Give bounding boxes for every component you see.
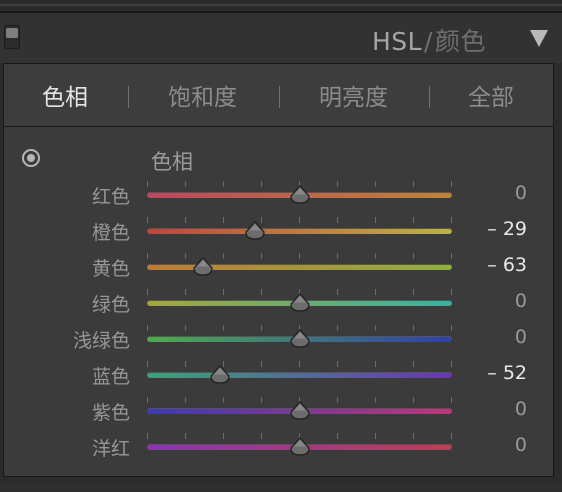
- slider-value-red[interactable]: 0: [515, 182, 527, 204]
- slider-value-blue[interactable]: – 52: [487, 362, 527, 384]
- slider-label-blue: 蓝色: [91, 366, 130, 388]
- slider-row-blue: 蓝色 – 52: [4, 360, 553, 390]
- slider-label-orange: 橙色: [91, 222, 130, 244]
- panel-header[interactable]: HSL/颜色: [0, 13, 562, 63]
- slider-ticks: [147, 217, 452, 225]
- slider-label-aqua: 浅绿色: [72, 330, 130, 352]
- panel-toggle-switch[interactable]: [4, 25, 20, 49]
- slider-thumb-magenta[interactable]: [289, 437, 311, 456]
- slider-track-blue[interactable]: [147, 372, 452, 378]
- tab-separator: [128, 86, 129, 108]
- slider-label-red: 红色: [91, 186, 130, 208]
- target-adjust-icon[interactable]: [22, 149, 40, 167]
- hsl-panel: 色相 饱和度 明亮度 全部 色相 红色 0 橙色 – 29 黄色 – 63 绿色 0 浅绿色 0 蓝…: [3, 63, 554, 477]
- tab-saturation[interactable]: 饱和度: [168, 78, 237, 112]
- slider-value-aqua[interactable]: 0: [515, 326, 527, 348]
- slider-row-purple: 紫色 0: [4, 396, 553, 426]
- slider-row-yellow: 黄色 – 63: [4, 252, 553, 282]
- title-color[interactable]: 颜色: [435, 27, 486, 56]
- slider-value-purple[interactable]: 0: [515, 398, 527, 420]
- title-hsl[interactable]: HSL: [372, 27, 422, 56]
- panel-toggle-knob: [6, 28, 18, 38]
- section-title: 色相: [151, 150, 193, 174]
- slider-value-orange[interactable]: – 29: [487, 218, 527, 240]
- slider-row-orange: 橙色 – 29: [4, 216, 553, 246]
- slider-thumb-red[interactable]: [289, 185, 311, 204]
- panel-title[interactable]: HSL/颜色: [372, 22, 486, 58]
- triangle-down-icon[interactable]: [530, 30, 548, 47]
- slider-row-green: 绿色 0: [4, 288, 553, 318]
- slider-thumb-aqua[interactable]: [289, 329, 311, 348]
- title-separator: /: [424, 27, 433, 56]
- bottom-edge: [0, 482, 562, 492]
- slider-label-purple: 紫色: [91, 402, 130, 424]
- slider-value-magenta[interactable]: 0: [515, 434, 527, 456]
- slider-ticks: [147, 361, 452, 369]
- slider-track-orange[interactable]: [147, 228, 452, 234]
- tab-separator: [279, 86, 280, 108]
- slider-label-yellow: 黄色: [91, 258, 130, 280]
- target-adjust-dot: [27, 154, 35, 162]
- slider-thumb-orange[interactable]: [244, 221, 266, 240]
- slider-value-yellow[interactable]: – 63: [487, 254, 527, 276]
- tab-bar: 色相 饱和度 明亮度 全部: [4, 64, 553, 127]
- slider-label-green: 绿色: [91, 294, 130, 316]
- slider-thumb-yellow[interactable]: [192, 257, 214, 276]
- slider-thumb-green[interactable]: [289, 293, 311, 312]
- tab-all[interactable]: 全部: [468, 78, 514, 112]
- top-strip: [0, 0, 562, 13]
- slider-row-aqua: 浅绿色 0: [4, 324, 553, 354]
- slider-label-magenta: 洋红: [91, 438, 130, 460]
- slider-thumb-purple[interactable]: [289, 401, 311, 420]
- slider-row-magenta: 洋红 0: [4, 432, 553, 462]
- tab-separator: [429, 86, 430, 108]
- divider: [0, 4, 562, 6]
- slider-thumb-blue[interactable]: [209, 365, 231, 384]
- tab-luminance[interactable]: 明亮度: [319, 78, 388, 112]
- tab-hue[interactable]: 色相: [42, 78, 88, 112]
- slider-row-red: 红色 0: [4, 180, 553, 210]
- slider-value-green[interactable]: 0: [515, 290, 527, 312]
